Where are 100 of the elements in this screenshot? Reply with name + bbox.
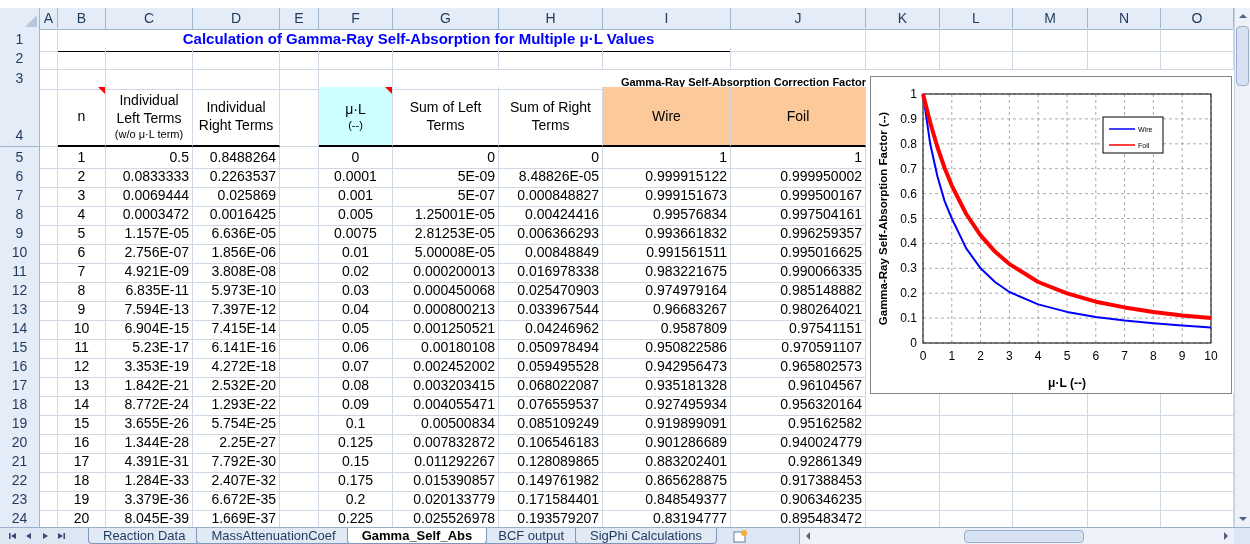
empty-cell[interactable]: 0.92861349 xyxy=(731,451,866,473)
row-header[interactable]: 23 xyxy=(0,489,40,511)
empty-cell[interactable]: 4.391E-31 xyxy=(106,451,193,473)
empty-cell[interactable]: 0.965802573 xyxy=(731,356,866,378)
empty-cell[interactable]: 0.076559537 xyxy=(499,394,603,416)
empty-cell[interactable]: 7.397E-12 xyxy=(193,299,280,321)
empty-cell[interactable]: 7 xyxy=(58,261,106,283)
empty-cell[interactable]: 3.379E-36 xyxy=(106,489,193,511)
empty-cell[interactable]: 0.940024779 xyxy=(731,432,866,454)
empty-cell[interactable]: 0.000800213 xyxy=(393,299,499,321)
row-header[interactable]: 21 xyxy=(0,451,40,473)
empty-cell[interactable]: 5E-09 xyxy=(393,166,499,188)
empty-cell[interactable]: 0.06 xyxy=(319,337,393,359)
row-header[interactable]: 11 xyxy=(0,261,40,283)
empty-cell[interactable]: 0.005 xyxy=(319,204,393,226)
empty-cell[interactable]: 7.594E-13 xyxy=(106,299,193,321)
empty-cell[interactable]: 0.15 xyxy=(319,451,393,473)
empty-cell[interactable]: 1.284E-33 xyxy=(106,470,193,492)
empty-cell[interactable]: 0 xyxy=(499,147,603,169)
empty-cell[interactable]: 0.995016625 xyxy=(731,242,866,264)
row-header[interactable]: 24 xyxy=(0,508,40,527)
empty-cell[interactable]: 0.983221675 xyxy=(603,261,731,283)
empty-cell[interactable]: 8.48826E-05 xyxy=(499,166,603,188)
empty-cell[interactable]: 0.99576834 xyxy=(603,204,731,226)
row-header[interactable]: 6 xyxy=(0,166,40,188)
comment-indicator-icon[interactable] xyxy=(385,87,392,94)
empty-cell[interactable]: 6 xyxy=(58,242,106,264)
row-header[interactable]: 17 xyxy=(0,375,40,397)
empty-cell[interactable]: 0.970591107 xyxy=(731,337,866,359)
empty-cell[interactable]: 0.00180108 xyxy=(393,337,499,359)
empty-cell[interactable]: 0.02 xyxy=(319,261,393,283)
empty-cell[interactable]: 0.935181328 xyxy=(603,375,731,397)
empty-cell[interactable]: 0.883202401 xyxy=(603,451,731,473)
empty-cell[interactable]: 0.956320164 xyxy=(731,394,866,416)
empty-cell[interactable]: 8 xyxy=(58,280,106,302)
empty-cell[interactable]: 0.5 xyxy=(106,147,193,169)
empty-cell[interactable]: 0.996259357 xyxy=(731,223,866,245)
empty-cell[interactable]: 0.025869 xyxy=(193,185,280,207)
empty-cell[interactable]: 6.672E-35 xyxy=(193,489,280,511)
empty-cell[interactable]: 1 xyxy=(731,147,866,169)
sheet-tab[interactable]: Gamma_Self_Abs xyxy=(346,528,488,544)
empty-cell[interactable]: 0.2263537 xyxy=(193,166,280,188)
empty-cell[interactable]: 5.973E-10 xyxy=(193,280,280,302)
empty-cell[interactable]: 0.106546183 xyxy=(499,432,603,454)
empty-cell[interactable]: 0.991561511 xyxy=(603,242,731,264)
vertical-scrollbar[interactable] xyxy=(1234,8,1250,527)
empty-cell[interactable]: 0.016978338 xyxy=(499,261,603,283)
empty-cell[interactable]: 0.000848827 xyxy=(499,185,603,207)
empty-cell[interactable]: 0.848549377 xyxy=(603,489,731,511)
empty-cell[interactable]: 0.128089865 xyxy=(499,451,603,473)
row-header[interactable]: 4 xyxy=(0,87,40,147)
empty-cell[interactable]: 0.011292267 xyxy=(393,451,499,473)
empty-cell[interactable]: 0.0075 xyxy=(319,223,393,245)
empty-cell[interactable]: 0.025470903 xyxy=(499,280,603,302)
empty-cell[interactable]: 0.901286689 xyxy=(603,432,731,454)
empty-cell[interactable]: 0.04246962 xyxy=(499,318,603,340)
empty-cell[interactable]: 6.904E-15 xyxy=(106,318,193,340)
empty-cell[interactable]: 5.00008E-05 xyxy=(393,242,499,264)
column-header[interactable]: O xyxy=(1161,8,1234,30)
column-header[interactable]: N xyxy=(1088,8,1161,30)
column-header[interactable]: C xyxy=(106,8,193,30)
empty-cell[interactable]: 7.415E-14 xyxy=(193,318,280,340)
column-header[interactable]: G xyxy=(393,8,499,30)
empty-cell[interactable]: 1.157E-05 xyxy=(106,223,193,245)
empty-cell[interactable]: 4 xyxy=(58,204,106,226)
empty-cell[interactable]: 7.792E-30 xyxy=(193,451,280,473)
empty-cell[interactable]: 0.9587809 xyxy=(603,318,731,340)
empty-cell[interactable]: 0.001250521 xyxy=(393,318,499,340)
empty-cell[interactable]: 0.050978494 xyxy=(499,337,603,359)
column-header[interactable]: I xyxy=(603,8,731,30)
row-header[interactable]: 20 xyxy=(0,432,40,454)
row-header[interactable]: 18 xyxy=(0,394,40,416)
empty-cell[interactable]: 2.81253E-05 xyxy=(393,223,499,245)
empty-cell[interactable]: 0.919899091 xyxy=(603,413,731,435)
column-header[interactable]: B xyxy=(58,8,106,30)
empty-cell[interactable]: 15 xyxy=(58,413,106,435)
empty-cell[interactable]: 0.0833333 xyxy=(106,166,193,188)
empty-cell[interactable]: 2 xyxy=(58,166,106,188)
empty-cell[interactable]: 0.0003472 xyxy=(106,204,193,226)
empty-cell[interactable]: 10 xyxy=(58,318,106,340)
row-header[interactable]: 7 xyxy=(0,185,40,207)
empty-cell[interactable]: 6.636E-05 xyxy=(193,223,280,245)
first-sheet-icon[interactable] xyxy=(8,531,18,541)
empty-cell[interactable]: 0.001 xyxy=(319,185,393,207)
empty-cell[interactable]: 1.293E-22 xyxy=(193,394,280,416)
row-header[interactable]: 13 xyxy=(0,299,40,321)
empty-cell[interactable]: 12 xyxy=(58,356,106,378)
empty-cell[interactable]: 5.754E-25 xyxy=(193,413,280,435)
row-header[interactable]: 22 xyxy=(0,470,40,492)
row-header[interactable]: 2 xyxy=(0,48,40,70)
empty-cell[interactable]: 0.927495934 xyxy=(603,394,731,416)
empty-cell[interactable]: 0.906346235 xyxy=(731,489,866,511)
row-header[interactable]: 5 xyxy=(0,147,40,169)
empty-cell[interactable]: 11 xyxy=(58,337,106,359)
empty-cell[interactable]: 0.04 xyxy=(319,299,393,321)
column-header[interactable]: K xyxy=(866,8,940,30)
empty-cell[interactable]: 0.974979164 xyxy=(603,280,731,302)
empty-cell[interactable]: 0.05 xyxy=(319,318,393,340)
empty-cell[interactable]: 4.272E-18 xyxy=(193,356,280,378)
empty-cell[interactable]: 2.407E-32 xyxy=(193,470,280,492)
